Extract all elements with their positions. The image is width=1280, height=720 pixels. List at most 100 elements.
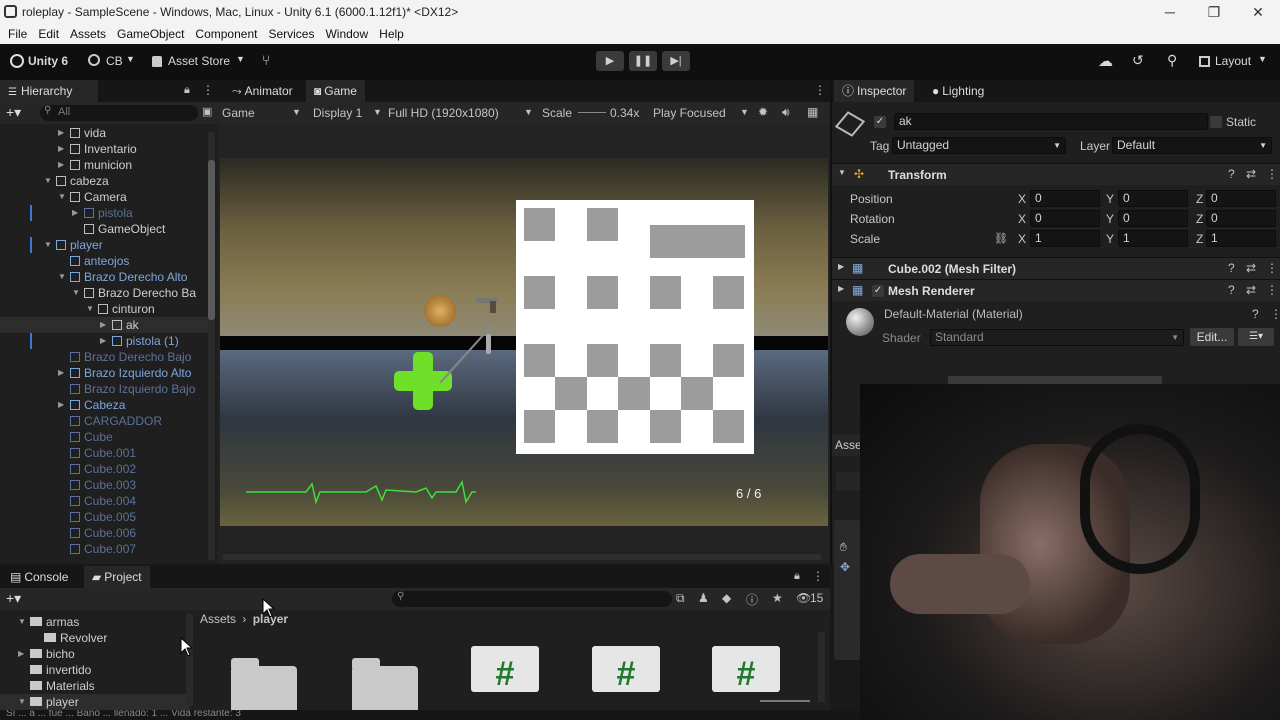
hierarchy-item[interactable]: Cube.001 xyxy=(70,445,136,461)
more-menu-icon[interactable]: ⋮ xyxy=(812,569,824,583)
step-button[interactable]: ▶| xyxy=(662,51,690,71)
position-z-field[interactable]: 0 xyxy=(1206,190,1276,207)
stats-icon[interactable]: ▦ xyxy=(807,105,818,119)
hierarchy-item[interactable]: ▶ pistola xyxy=(30,205,133,221)
hierarchy-item[interactable]: ▶ municion xyxy=(58,157,132,173)
inventory-slot[interactable] xyxy=(524,276,555,309)
zoom-slider[interactable] xyxy=(760,700,810,702)
search-icon[interactable]: ⚲ xyxy=(1167,52,1177,69)
hierarchy-item[interactable]: Cube.003 xyxy=(70,477,136,493)
maximize-button[interactable]: ❐ xyxy=(1192,0,1236,24)
tag-dropdown[interactable]: Untagged ▼ xyxy=(892,137,1066,154)
hierarchy-item[interactable]: ▶ ak xyxy=(0,317,208,333)
menu-gameobject[interactable]: GameObject xyxy=(117,27,184,41)
layer-dropdown[interactable]: Default ▼ xyxy=(1112,137,1272,154)
hierarchy-item[interactable]: anteojos xyxy=(70,253,129,269)
play-button[interactable]: ▶ xyxy=(596,51,624,71)
transform-header[interactable]: ▼ ✣ Transform ? ⇄ ⋮ xyxy=(832,163,1280,185)
scene-tool-icon[interactable] xyxy=(836,472,862,490)
lock-icon[interactable]: 🔒︎ xyxy=(794,570,800,583)
account-dropdown[interactable]: CB xyxy=(106,54,123,68)
lock-icon[interactable]: 🔒︎ xyxy=(184,84,190,97)
asset-csharp-script-icon[interactable]: # xyxy=(471,646,539,692)
hierarchy-item[interactable]: Cube.007 xyxy=(70,541,136,557)
rotation-y-field[interactable]: 0 xyxy=(1118,210,1188,227)
inventory-slot[interactable] xyxy=(524,208,555,241)
more-menu-icon[interactable]: ⋮ xyxy=(1266,261,1278,275)
inventory-slot[interactable] xyxy=(713,344,744,377)
scale-slider[interactable] xyxy=(578,112,606,113)
help-icon[interactable]: ? xyxy=(1228,261,1235,275)
mesh-renderer-checkbox[interactable]: ✓ xyxy=(872,285,884,297)
game-mode-dropdown[interactable]: Game xyxy=(222,106,255,120)
collapse-arrow-icon[interactable]: ▼ xyxy=(838,168,846,177)
expand-arrow-icon[interactable]: ▶ xyxy=(18,646,24,662)
mesh-filter-header[interactable]: ▶ ▦ Cube.002 (Mesh Filter) ? ⇄ ⋮ xyxy=(832,257,1280,279)
presets-icon[interactable]: ⇄ xyxy=(1246,283,1256,297)
label-icon[interactable]: ◆ xyxy=(722,591,731,605)
hand-tool-icon[interactable]: ✋︎ xyxy=(840,540,847,555)
hierarchy-search-input[interactable]: ⚲ All xyxy=(40,105,198,121)
tab-lighting[interactable]: ● Lighting xyxy=(924,80,992,102)
more-menu-icon[interactable]: ⋮ xyxy=(1270,307,1280,321)
bug-icon[interactable]: ✹ xyxy=(758,105,768,119)
minimize-button[interactable]: ─ xyxy=(1148,0,1192,24)
tree-folder-bicho[interactable]: ▶ bicho xyxy=(18,646,75,662)
favorite-icon[interactable]: ★ xyxy=(772,591,783,605)
tab-hierarchy[interactable]: ☰ Hierarchy xyxy=(0,80,98,102)
more-menu-icon[interactable]: ⋮ xyxy=(814,83,826,97)
rotation-x-field[interactable]: 0 xyxy=(1030,210,1100,227)
expand-arrow-icon[interactable]: ▶ xyxy=(838,262,844,271)
hierarchy-item[interactable]: ▼ cabeza xyxy=(44,173,109,189)
help-icon[interactable]: ? xyxy=(1252,307,1259,321)
expand-arrow-icon[interactable]: ▼ xyxy=(58,269,66,285)
expand-arrow-icon[interactable]: ▶ xyxy=(100,317,106,333)
presets-icon[interactable]: ⇄ xyxy=(1246,261,1256,275)
tab-console[interactable]: ▤ Console xyxy=(2,566,76,588)
hierarchy-item[interactable]: Cube xyxy=(70,429,113,445)
hierarchy-item[interactable]: Cube.006 xyxy=(70,525,136,541)
hierarchy-item[interactable]: Brazo Derecho Bajo xyxy=(70,349,191,365)
menu-help[interactable]: Help xyxy=(379,27,404,41)
asset-folder[interactable] xyxy=(231,658,297,710)
inventory-slot[interactable] xyxy=(587,276,618,309)
position-y-field[interactable]: 0 xyxy=(1118,190,1188,207)
history-icon[interactable]: ↺ xyxy=(1132,52,1144,69)
help-icon[interactable]: ? xyxy=(1228,167,1235,181)
game-view[interactable]: 6 / 6 xyxy=(218,124,830,564)
add-icon[interactable]: +▾ xyxy=(6,104,21,121)
hierarchy-item[interactable]: Cube.002 xyxy=(70,461,136,477)
inventory-slot[interactable] xyxy=(681,377,713,410)
object-name-field[interactable]: ak xyxy=(894,113,1208,130)
asset-scrollbar[interactable] xyxy=(818,632,825,702)
breadcrumb-assets[interactable]: Assets xyxy=(200,612,236,626)
hierarchy-scrollbar[interactable] xyxy=(208,132,215,560)
static-checkbox[interactable] xyxy=(1210,116,1222,128)
tab-animator[interactable]: ⤳ Animator xyxy=(224,80,301,102)
display-dropdown[interactable]: Display 1 xyxy=(313,106,362,120)
inventory-slot[interactable] xyxy=(587,410,618,443)
inventory-slot[interactable] xyxy=(650,276,681,309)
menu-window[interactable]: Window xyxy=(325,27,368,41)
hierarchy-item[interactable]: Brazo Izquierdo Bajo xyxy=(70,381,195,397)
game-scrollbar[interactable] xyxy=(222,554,822,560)
unity-version-label[interactable]: Unity 6 xyxy=(28,54,68,68)
expand-arrow-icon[interactable]: ▶ xyxy=(58,141,64,157)
scale-z-field[interactable]: 1 xyxy=(1206,230,1276,247)
hierarchy-item[interactable]: ▶ vida xyxy=(58,125,106,141)
menu-component[interactable]: Component xyxy=(195,27,257,41)
hierarchy-item[interactable]: ▼ Brazo Derecho Ba xyxy=(72,285,196,301)
asset-folder[interactable] xyxy=(352,658,418,710)
version-control-icon[interactable]: ⑂ xyxy=(262,52,270,68)
move-tool-icon[interactable]: ✥ xyxy=(840,560,850,574)
expand-arrow-icon[interactable]: ▼ xyxy=(18,694,26,710)
expand-arrow-icon[interactable]: ▶ xyxy=(100,333,106,349)
inventory-slot[interactable] xyxy=(524,410,555,443)
scale-y-field[interactable]: 1 xyxy=(1118,230,1188,247)
hierarchy-item[interactable]: ▼ player xyxy=(30,237,103,253)
close-button[interactable]: ✕ xyxy=(1236,0,1280,24)
tab-inspector[interactable]: ⓘ Inspector xyxy=(834,80,915,102)
add-icon[interactable]: +▾ xyxy=(6,590,21,607)
rotation-z-field[interactable]: 0 xyxy=(1206,210,1276,227)
inventory-slot-wide[interactable] xyxy=(650,225,745,258)
